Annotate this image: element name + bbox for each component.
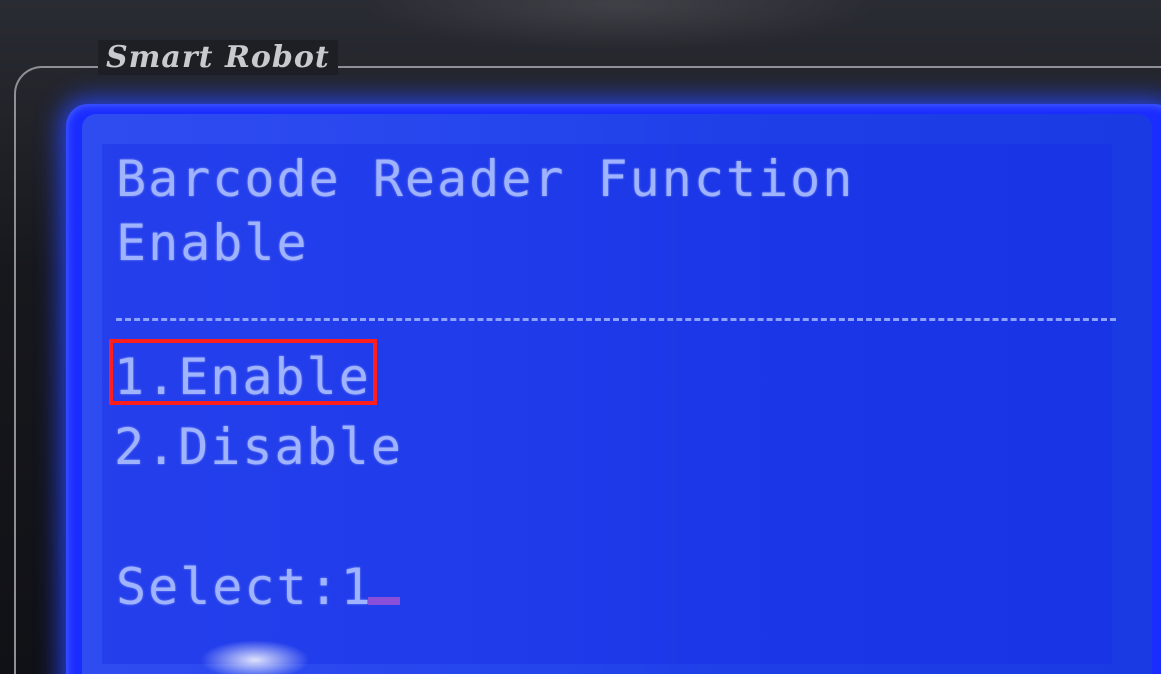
option-disable[interactable]: 2.Disable xyxy=(114,418,403,476)
current-status: Enable xyxy=(116,214,309,272)
selection-highlight-box xyxy=(109,339,377,405)
dashed-divider xyxy=(116,318,1116,321)
robot-device: Smart Robot Barcode Reader Function Enab… xyxy=(0,0,1161,674)
brand-logo: Smart Robot xyxy=(98,40,338,75)
select-input[interactable]: Select:1 xyxy=(116,558,373,616)
glare xyxy=(360,0,880,50)
menu-title: Barcode Reader Function xyxy=(116,150,855,208)
light-reflection xyxy=(200,640,310,674)
text-cursor xyxy=(368,597,400,605)
